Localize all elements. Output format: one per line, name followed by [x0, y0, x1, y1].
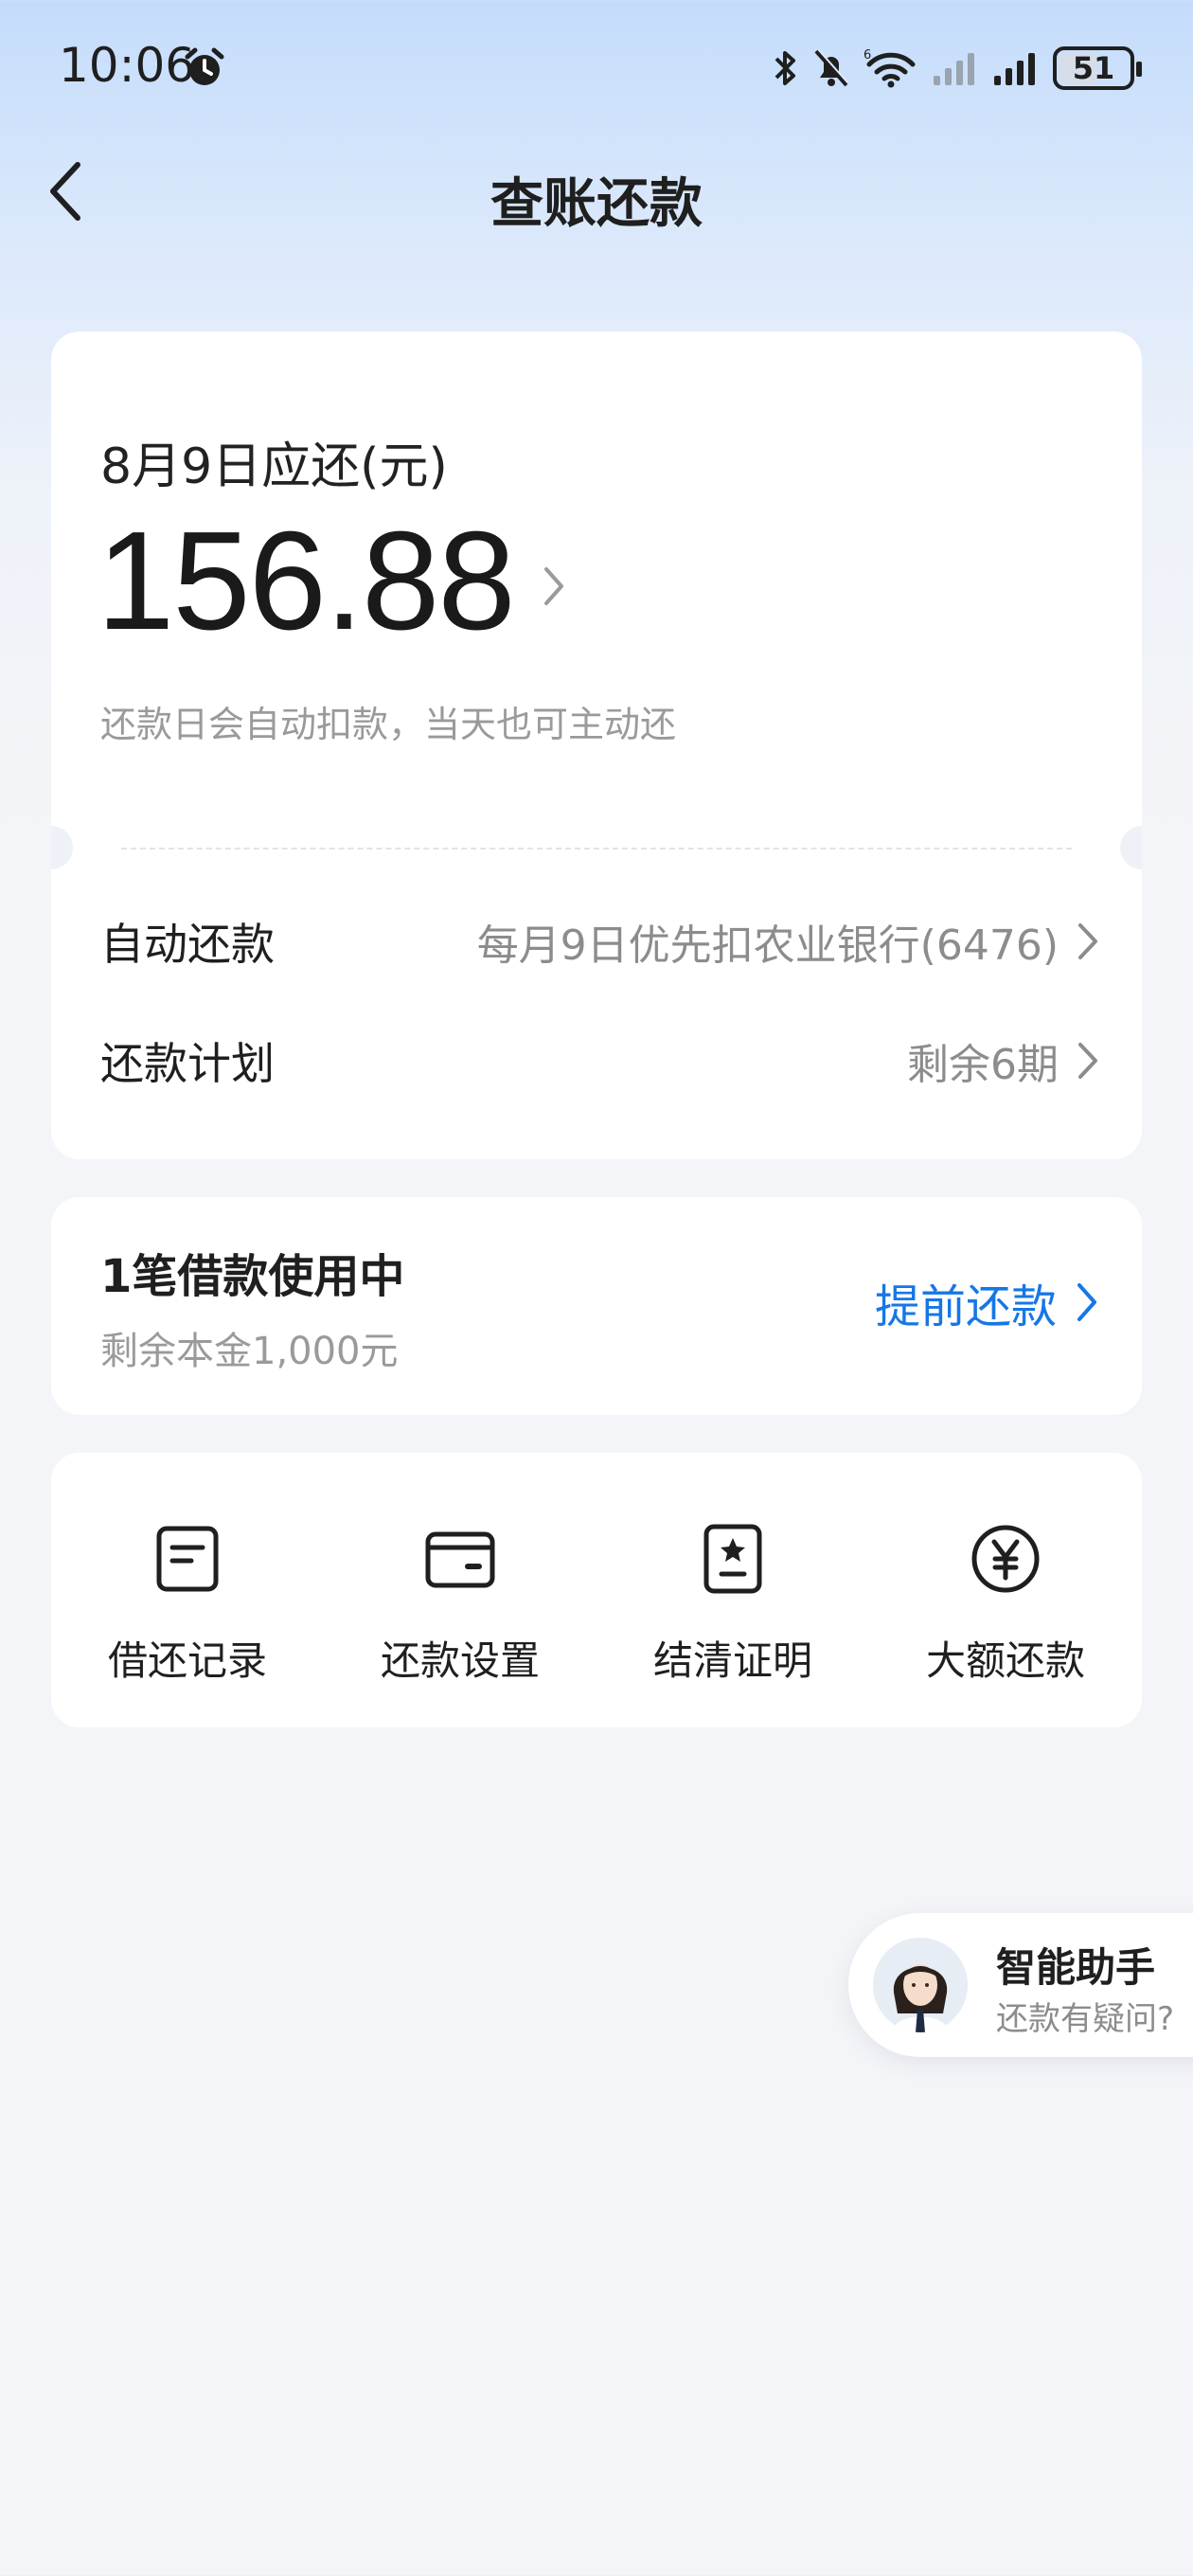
divider — [121, 848, 1072, 850]
chevron-right-icon — [1078, 1043, 1097, 1079]
loan-remaining-principal: 剩余本金1,000元 — [100, 1330, 399, 1373]
assistant-name: 智能助手 — [996, 1944, 1156, 1991]
yuan-icon — [971, 1525, 1040, 1593]
status-icons: 6 51 — [771, 42, 1142, 95]
due-amount: 156.88 — [97, 503, 516, 659]
bluetooth-icon — [775, 51, 795, 85]
signal-icon — [994, 53, 1035, 85]
assistant-avatar — [873, 1938, 968, 2032]
due-hint: 还款日会自动扣款，当天也可主动还 — [100, 704, 677, 745]
due-amount-button[interactable]: 156.88 — [97, 511, 565, 652]
alarm-icon — [185, 47, 224, 85]
card-icon — [425, 1531, 495, 1588]
tool-borrow-repay-records[interactable]: 借还记录 — [51, 1453, 324, 1727]
prepay-button[interactable]: 提前还款 — [875, 1269, 1098, 1335]
page-title: 查账还款 — [490, 173, 703, 235]
status-bar: 10:06 6 51 — [0, 0, 1193, 133]
tool-repay-settings[interactable]: 还款设置 — [324, 1453, 596, 1727]
tool-label: 大额还款 — [925, 1637, 1085, 1684]
loan-card: 1笔借款使用中 剩余本金1,000元 提前还款 — [51, 1197, 1142, 1415]
due-date-label: 8月9日应还(元) — [100, 438, 448, 495]
repay-plan-label: 还款计划 — [100, 1038, 275, 1089]
prepay-label: 提前还款 — [874, 1280, 1057, 1333]
record-icon — [156, 1526, 219, 1592]
auto-repay-value: 每月9日优先扣农业银行(6476) — [476, 921, 1059, 970]
chevron-right-icon — [1078, 923, 1097, 959]
battery-icon: 51 — [1053, 46, 1142, 90]
auto-repay-label: 自动还款 — [100, 919, 275, 970]
certificate-icon — [703, 1524, 762, 1594]
repay-plan-value: 剩余6期 — [907, 1041, 1059, 1089]
assistant-subtitle: 还款有疑问? — [996, 2000, 1175, 2038]
tool-label: 还款设置 — [380, 1637, 540, 1684]
ticket-notch — [51, 826, 73, 869]
battery-level: 51 — [1072, 50, 1115, 86]
tool-label: 借还记录 — [107, 1637, 267, 1684]
smart-assistant-button[interactable]: 智能助手 还款有疑问? — [848, 1913, 1193, 2057]
ticket-notch — [1120, 826, 1142, 869]
chevron-right-icon — [1077, 1283, 1096, 1321]
repay-plan-row[interactable]: 还款计划 剩余6期 — [100, 1023, 1098, 1099]
tool-settlement-certificate[interactable]: 结清证明 — [596, 1453, 869, 1727]
auto-repay-row[interactable]: 自动还款 每月9日优先扣农业银行(6476) — [100, 903, 1098, 979]
chevron-right-icon — [543, 567, 563, 605]
loan-title: 1笔借款使用中 — [100, 1250, 405, 1303]
wifi-6-icon: 6 — [864, 48, 916, 88]
signal-icon — [934, 53, 974, 85]
tools-card: 借还记录 还款设置 结清证明 大额还款 — [51, 1453, 1142, 1727]
svg-text:6: 6 — [864, 48, 871, 63]
tool-label: 结清证明 — [652, 1637, 812, 1684]
due-card: 8月9日应还(元) 156.88 还款日会自动扣款，当天也可主动还 自动还款 每… — [51, 331, 1142, 1159]
status-time: 10:06 — [59, 38, 196, 93]
tool-large-repayment[interactable]: 大额还款 — [869, 1453, 1142, 1727]
mute-bell-icon — [814, 48, 849, 87]
